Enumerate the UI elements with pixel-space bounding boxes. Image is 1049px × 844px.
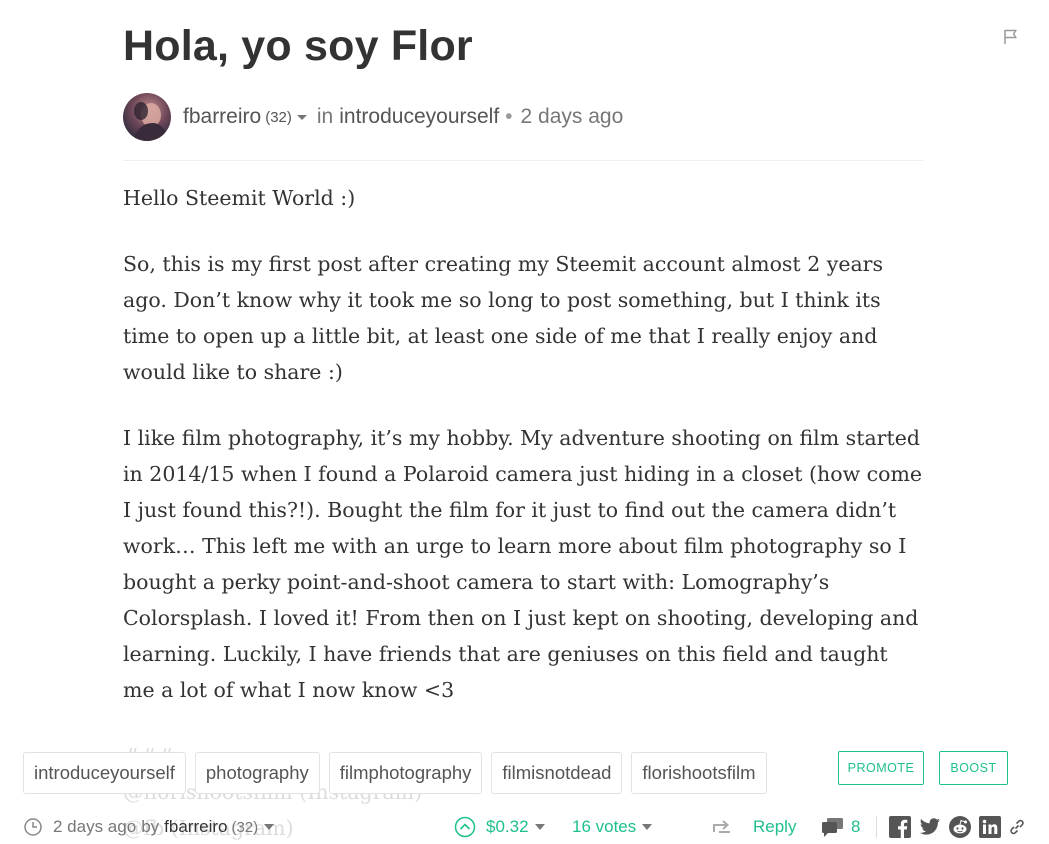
- tag-list: introduceyourself photography filmphotog…: [23, 752, 767, 794]
- payout-value[interactable]: $0.32: [486, 817, 529, 837]
- category-link[interactable]: introduceyourself: [339, 105, 499, 129]
- footer-meta: 2 days ago by fbarreiro (32): [53, 812, 275, 842]
- meta-separator: •: [505, 105, 513, 128]
- avatar[interactable]: [123, 93, 171, 141]
- divider: [123, 160, 923, 161]
- tag-filmphotography[interactable]: filmphotography: [328, 752, 483, 794]
- clock-icon: [24, 818, 42, 836]
- post-time[interactable]: 2 days ago: [521, 105, 624, 129]
- linkedin-icon[interactable]: [979, 816, 1001, 838]
- votes[interactable]: 16 votes: [572, 812, 653, 842]
- reply-label[interactable]: Reply: [753, 817, 796, 837]
- comments-count[interactable]: 8: [851, 812, 860, 842]
- post-meta: fbarreiro (32) in introduceyourself • 2 …: [123, 93, 623, 141]
- chevron-down-icon[interactable]: [642, 824, 653, 830]
- post-title: Hola, yo soy Flor: [123, 22, 473, 70]
- footer-divider: [876, 816, 877, 838]
- footer-author-link[interactable]: fbarreiro: [164, 817, 227, 837]
- author-link[interactable]: fbarreiro: [183, 105, 261, 129]
- footer-time[interactable]: 2 days ago: [53, 817, 136, 837]
- twitter-icon[interactable]: [919, 816, 941, 838]
- upvote-icon[interactable]: [454, 816, 476, 838]
- reddit-icon[interactable]: [949, 816, 971, 838]
- boost-button[interactable]: BOOST: [939, 751, 1008, 785]
- tag-photography[interactable]: photography: [194, 752, 320, 794]
- chevron-down-icon[interactable]: [534, 824, 545, 830]
- reply-link[interactable]: Reply: [753, 812, 796, 842]
- in-label: in: [316, 105, 334, 128]
- tag-filmisnotdead[interactable]: filmisnotdead: [491, 752, 623, 794]
- author-reputation: (32): [265, 108, 292, 126]
- flag-icon[interactable]: [1003, 28, 1019, 46]
- comments-icon[interactable]: [821, 817, 845, 837]
- chevron-down-icon[interactable]: [264, 824, 275, 830]
- tag-introduceyourself[interactable]: introduceyourself: [23, 752, 186, 794]
- body-paragraph: Hello Steemit World :): [123, 186, 356, 210]
- body-paragraph: I like film photography, it’s my hobby. …: [123, 426, 923, 702]
- resteem-icon[interactable]: [711, 818, 733, 836]
- post-footer: 2 days ago by fbarreiro (32) $0.32 16 vo…: [23, 812, 1033, 842]
- promote-button[interactable]: PROMOTE: [838, 751, 924, 785]
- footer-reputation: (32): [231, 818, 259, 836]
- comments-count-value[interactable]: 8: [851, 817, 860, 837]
- payout[interactable]: $0.32: [486, 812, 545, 842]
- body-paragraph: So, this is my first post after creating…: [123, 252, 884, 384]
- post-body: Hello Steemit World :) So, this is my fi…: [123, 180, 923, 844]
- facebook-icon[interactable]: [889, 816, 911, 838]
- tag-florishootsfilm[interactable]: florishootsfilm: [631, 752, 767, 794]
- votes-count[interactable]: 16 votes: [572, 817, 636, 837]
- link-icon[interactable]: [1008, 818, 1026, 836]
- footer-by-label: by: [141, 817, 160, 836]
- chevron-down-icon[interactable]: [296, 114, 307, 120]
